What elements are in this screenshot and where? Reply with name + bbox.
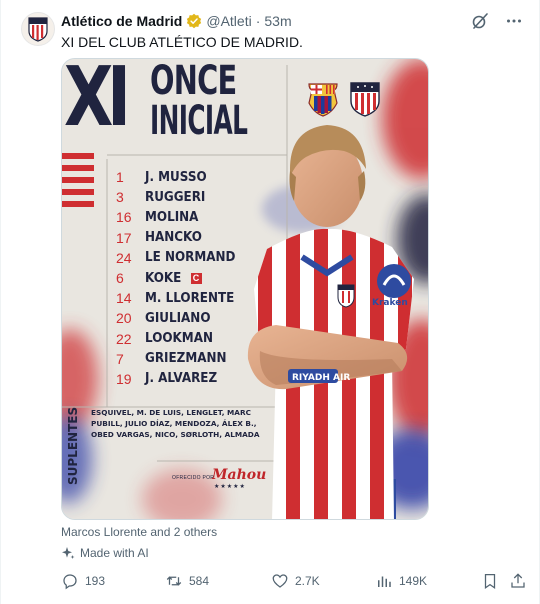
- reply-button[interactable]: 193: [61, 572, 105, 590]
- player-number: 14: [116, 290, 132, 307]
- lineup-row: 3 RUGGERI: [116, 187, 276, 207]
- share-icon: [511, 573, 525, 588]
- lineup-row: 20 GIULIANO: [116, 308, 276, 328]
- player-name: MOLINA: [145, 209, 199, 225]
- title-inicial: INICIAL: [150, 98, 248, 144]
- tweet-header: Atlético de Madrid @Atleti · 53m: [61, 12, 292, 30]
- handle[interactable]: @Atleti: [206, 13, 251, 29]
- title-once: ONCE: [150, 58, 237, 104]
- player-name: GIULIANO: [145, 310, 211, 326]
- lineup-row: 1 J. MUSSO: [116, 167, 276, 187]
- lineup-row: 19 J. ALVAREZ: [116, 369, 276, 389]
- top-actions: [471, 12, 523, 30]
- tweet: Atlético de Madrid @Atleti · 53m XI DEL …: [0, 0, 540, 604]
- player-number: 3: [116, 189, 124, 206]
- verified-badge-icon[interactable]: [186, 13, 202, 29]
- player-name: KOKE: [145, 270, 182, 286]
- player-number: 20: [116, 310, 132, 327]
- views-button[interactable]: 149K: [375, 572, 427, 590]
- repost-icon: [166, 576, 182, 586]
- heart-icon: [272, 574, 288, 588]
- views-chart-icon: [378, 576, 391, 587]
- player-number: 22: [116, 330, 132, 347]
- repost-count: 584: [189, 574, 210, 588]
- player-number: 6: [116, 270, 124, 287]
- share-button[interactable]: [509, 572, 527, 590]
- lineup-row: 7 GRIEZMANN: [116, 349, 276, 369]
- display-name[interactable]: Atlético de Madrid: [61, 13, 182, 29]
- player-number: 16: [116, 209, 132, 226]
- atletico-madrid-crest-icon: [350, 82, 380, 117]
- repost-button[interactable]: 584: [165, 572, 209, 590]
- captain-badge: C: [190, 272, 202, 284]
- player-name: RUGGERI: [145, 189, 206, 205]
- tagged-people[interactable]: Marcos Llorente and 2 others: [61, 525, 217, 539]
- tweet-media-lineup-graphic[interactable]: RIYADH AIR Kraken XI ONCE INICIAL 1 J. M…: [61, 58, 429, 520]
- lineup-row: 6 KOKE C: [116, 268, 276, 288]
- lineup-row: 16 MOLINA: [116, 207, 276, 227]
- fc-barcelona-crest-icon: [308, 83, 338, 117]
- made-with-ai-text: Made with AI: [80, 546, 149, 560]
- grok-icon[interactable]: [471, 12, 489, 30]
- reply-count: 193: [85, 574, 106, 588]
- separator-dot: ·: [255, 13, 261, 29]
- bookmark-button[interactable]: [481, 572, 499, 590]
- lineup-row: 22 LOOKMAN: [116, 329, 276, 349]
- player-number: 24: [116, 249, 132, 266]
- player-number: 1: [116, 169, 124, 186]
- bookmark-icon: [484, 573, 496, 589]
- player-name: LE NORMAND: [145, 250, 236, 266]
- substitutes-list: ESQUIVEL, M. DE LUIS, LENGLET, MARC PUBI…: [91, 408, 260, 439]
- club-crests: [306, 81, 382, 117]
- action-bar: 193 584 2.7K 149K: [61, 572, 529, 592]
- tweet-text: XI DEL CLUB ATLÉTICO DE MADRID.: [61, 34, 303, 50]
- lineup-row: 17 HANCKO: [116, 228, 276, 248]
- reply-icon: [63, 574, 77, 590]
- player-number: 7: [116, 350, 124, 367]
- lineup-row: 24 LE NORMAND: [116, 248, 276, 268]
- avatar[interactable]: [21, 12, 55, 46]
- like-count: 2.7K: [295, 574, 320, 588]
- player-name: HANCKO: [145, 230, 202, 246]
- player-name: LOOKMAN: [145, 331, 213, 347]
- title-xi: XI: [64, 58, 131, 145]
- atletico-crest-icon: [28, 17, 48, 42]
- made-with-ai-label[interactable]: Made with AI: [61, 546, 149, 560]
- sponsor-stars: ★★★★★: [214, 484, 246, 490]
- view-count: 149K: [399, 574, 428, 588]
- subs-label: SUPLENTES: [66, 406, 80, 485]
- more-icon[interactable]: [505, 12, 523, 30]
- player-name: GRIEZMANN: [145, 351, 227, 367]
- like-button[interactable]: 2.7K: [271, 572, 320, 590]
- player-name: J. MUSSO: [145, 169, 207, 185]
- player-number: 17: [116, 229, 132, 246]
- sleeve-text: RIYADH AIR: [292, 373, 350, 383]
- starting-lineup: 1 J. MUSSO 3 RUGGERI 16 MOLINA 17 HANCKO 24 LE NO…: [116, 167, 276, 389]
- jersey-sponsor: Kraken: [372, 298, 408, 308]
- timestamp[interactable]: 53m: [264, 13, 291, 29]
- player-name: M. LLORENTE: [145, 290, 235, 306]
- player-name: J. ALVAREZ: [145, 371, 218, 387]
- player-number: 19: [116, 370, 132, 387]
- sparkle-icon: [62, 547, 75, 559]
- lineup-row: 14 M. LLORENTE: [116, 288, 276, 308]
- sponsor-prefix: OFRECIDO POR: [172, 475, 215, 481]
- sponsor-logo: Mahou: [212, 467, 267, 483]
